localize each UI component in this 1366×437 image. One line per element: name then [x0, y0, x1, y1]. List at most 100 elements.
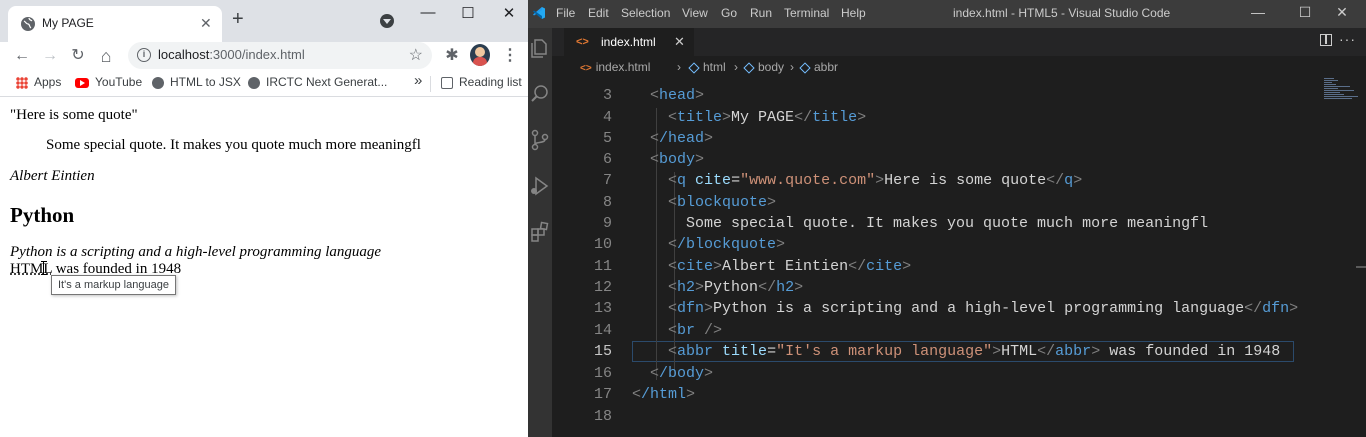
- line-number: 10: [593, 236, 612, 253]
- menu-terminal[interactable]: Terminal: [784, 6, 829, 20]
- breadcrumb: <> index.html › html › body › abbr: [552, 56, 1366, 78]
- source-control-icon[interactable]: [528, 128, 552, 152]
- globe-icon: [152, 76, 164, 89]
- breadcrumb-sep: ›: [734, 60, 738, 74]
- forward-icon[interactable]: →: [40, 46, 60, 66]
- more-actions-icon[interactable]: ···: [1339, 31, 1356, 47]
- url-text[interactable]: localhost:3000/index.html: [158, 47, 305, 62]
- vscode-minimize-button[interactable]: —: [1246, 4, 1270, 20]
- window-title: index.html - HTML5 - Visual Studio Code: [953, 6, 1171, 20]
- code-line-17: </html>: [632, 386, 696, 403]
- page-content: "Here is some quote" Some special quote.…: [0, 97, 528, 437]
- chrome-window: My PAGE ✕ + — ☐ ✕ ← → ↻ ⌂ i localhost:30…: [0, 0, 528, 437]
- line-number: 9: [602, 215, 612, 232]
- youtube-icon: [75, 77, 89, 88]
- indent-guide: [656, 108, 657, 380]
- code-editor[interactable]: 3 4 5 6 7 8 9 10 11 12 13 14 15 16 17 18…: [552, 78, 1366, 437]
- bookmark-html-to-jsx[interactable]: HTML to JSX: [152, 75, 241, 89]
- vscode-titlebar: File Edit Selection View Go Run Terminal…: [528, 0, 1366, 28]
- bookmarks-divider: [430, 76, 431, 92]
- line-number: 8: [602, 194, 612, 211]
- reading-list-button[interactable]: Reading list: [441, 75, 522, 89]
- browser-tab[interactable]: My PAGE ✕: [8, 6, 222, 42]
- breadcrumb-abbr[interactable]: abbr: [799, 60, 838, 74]
- line-number: 3: [602, 87, 612, 104]
- minimize-button[interactable]: —: [416, 4, 440, 21]
- globe-icon: [21, 17, 35, 31]
- menu-edit[interactable]: Edit: [588, 6, 609, 20]
- bookmark-irctc[interactable]: IRCTC Next Generat...: [248, 75, 387, 89]
- code-line-5: </head>: [650, 130, 714, 147]
- bookmarks-overflow-icon[interactable]: »: [414, 72, 422, 89]
- menu-help[interactable]: Help: [841, 6, 866, 20]
- code-line-9: Some special quote. It makes you quote m…: [686, 215, 1209, 232]
- tab-index-html[interactable]: <> index.html ✕: [564, 28, 694, 56]
- line-number: 5: [602, 130, 612, 147]
- extensions-icon[interactable]: ✱: [442, 46, 462, 66]
- search-icon[interactable]: [528, 82, 552, 106]
- split-editor-icon[interactable]: [1320, 34, 1332, 46]
- scrollbar-marker[interactable]: [1356, 266, 1366, 268]
- code-line-11: <cite>Albert Eintien</cite>: [668, 258, 912, 275]
- menu-go[interactable]: Go: [721, 6, 737, 20]
- abbr-tooltip: It's a markup language: [51, 275, 176, 295]
- reading-list-icon: [441, 76, 453, 89]
- text-cursor-icon: [41, 261, 47, 275]
- breadcrumb-sep: ›: [790, 60, 794, 74]
- html-file-icon: <>: [580, 63, 592, 74]
- breadcrumb-sep: ›: [677, 60, 681, 74]
- code-line-12: <h2>Python</h2>: [668, 279, 804, 296]
- vscode-window: File Edit Selection View Go Run Terminal…: [528, 0, 1366, 437]
- breadcrumb-file[interactable]: <> index.html: [580, 60, 650, 74]
- bookmark-apps[interactable]: Apps: [16, 75, 61, 89]
- tab-close-icon[interactable]: ✕: [674, 34, 685, 50]
- breadcrumb-html[interactable]: html: [688, 60, 726, 74]
- site-info-icon[interactable]: i: [137, 48, 151, 62]
- tab-label: index.html: [601, 35, 656, 49]
- bookmark-youtube[interactable]: YouTube: [75, 75, 142, 89]
- line-number: 13: [593, 300, 612, 317]
- heading-python: Python: [10, 203, 75, 227]
- code-line-6: <body>: [650, 151, 705, 168]
- vscode-close-button[interactable]: ✕: [1330, 4, 1354, 21]
- menu-view[interactable]: View: [682, 6, 708, 20]
- home-icon[interactable]: ⌂: [96, 46, 116, 66]
- code-line-15: <abbr title="It's a markup language">HTM…: [668, 343, 1281, 360]
- bookmark-star-icon[interactable]: ☆: [409, 45, 423, 65]
- html-file-icon: <>: [576, 36, 589, 48]
- code-line-7: <q cite="www.quote.com">Here is some quo…: [668, 172, 1083, 189]
- globe-icon: [248, 76, 260, 89]
- inline-quote: "Here is some quote": [10, 107, 138, 123]
- menu-run[interactable]: Run: [750, 6, 772, 20]
- maximize-button[interactable]: ☐: [456, 4, 480, 22]
- new-tab-button[interactable]: +: [232, 9, 244, 29]
- address-bar[interactable]: i localhost:3000/index.html ☆: [128, 42, 432, 69]
- run-debug-icon[interactable]: [528, 174, 552, 198]
- back-icon[interactable]: ←: [12, 46, 32, 66]
- tab-close-icon[interactable]: ✕: [200, 15, 212, 32]
- vscode-maximize-button[interactable]: ☐: [1293, 4, 1317, 21]
- close-window-button[interactable]: ✕: [497, 4, 521, 22]
- chrome-toolbar: ← → ↻ ⌂ i localhost:3000/index.html ☆ ✱ …: [0, 42, 528, 70]
- element-icon: [688, 62, 700, 74]
- code-line-8: <blockquote>: [668, 194, 777, 211]
- code-line-10: </blockquote>: [668, 236, 786, 253]
- reload-icon[interactable]: ↻: [68, 46, 88, 66]
- line-number-current: 15: [593, 343, 612, 360]
- line-number: 18: [593, 408, 612, 425]
- menu-file[interactable]: File: [556, 6, 575, 20]
- chrome-menu-icon[interactable]: ⋮: [500, 46, 520, 66]
- tab-search-icon[interactable]: [380, 14, 394, 28]
- code-line-4: <title>My PAGE</title>: [668, 109, 867, 126]
- code-line-14: <br />: [668, 322, 723, 339]
- menu-selection[interactable]: Selection: [621, 6, 670, 20]
- line-number: 14: [593, 322, 612, 339]
- line-number: 4: [602, 109, 612, 126]
- profile-avatar[interactable]: [470, 44, 490, 66]
- breadcrumb-body[interactable]: body: [743, 60, 784, 74]
- extensions-icon[interactable]: [528, 220, 552, 244]
- minimap[interactable]: [1324, 78, 1362, 104]
- tab-title: My PAGE: [42, 16, 94, 30]
- chrome-tab-strip: My PAGE ✕ + — ☐ ✕: [0, 0, 528, 42]
- explorer-icon[interactable]: [528, 36, 552, 60]
